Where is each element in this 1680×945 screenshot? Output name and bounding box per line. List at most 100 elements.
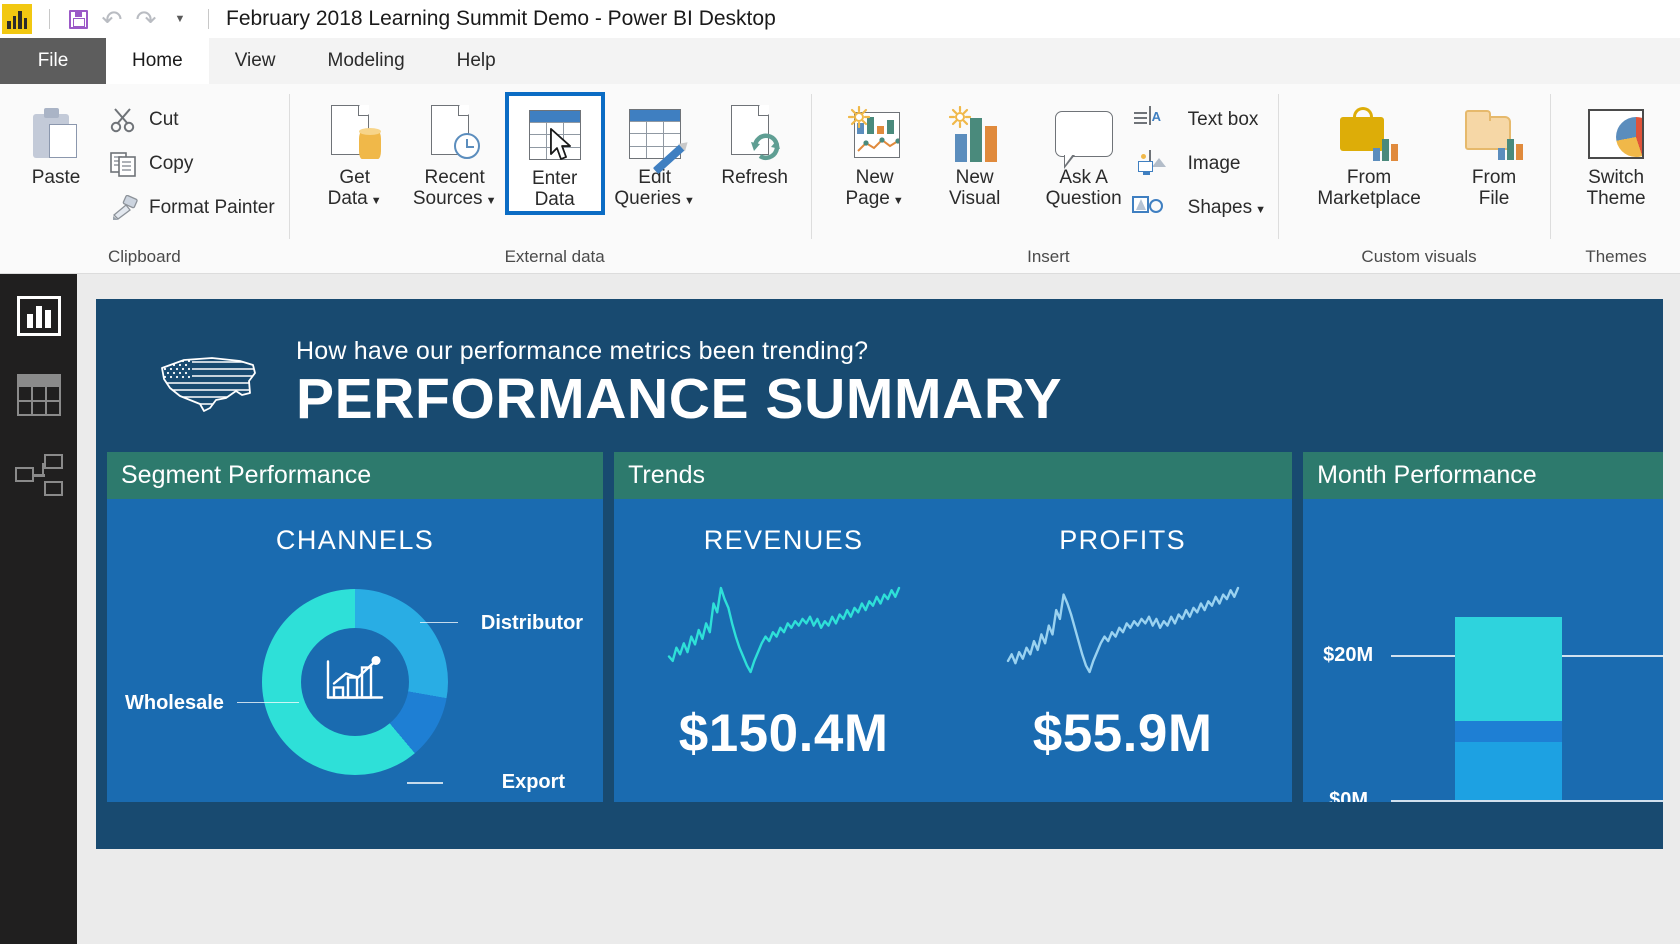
cut-label: Cut [149,109,179,130]
customize-quick-access-icon[interactable]: ▼ [163,4,197,34]
save-icon[interactable] [61,4,95,34]
new-page-label-2: Page [845,188,890,210]
copy-button[interactable]: Copy [104,142,281,186]
channels-donut-chart[interactable]: Distributor Wholesale Export [107,562,603,802]
from-marketplace-icon [1340,101,1399,167]
image-button[interactable]: Image [1137,142,1272,186]
relationships-icon [14,454,63,496]
paste-button[interactable]: Paste [8,92,104,191]
enter-data-icon [528,102,581,168]
revenues-sparkline [665,584,903,681]
view-switcher-sidebar [0,274,77,944]
enter-data-button[interactable]: Enter Data [504,92,605,215]
edit-queries-button[interactable]: Edit Queries ▼ [605,92,705,213]
sidebar-item-report-view[interactable] [16,296,61,336]
card-segment-performance[interactable]: Segment Performance CHANNELS Distributor… [107,451,604,802]
group-label-custom-visuals: Custom visuals [1361,247,1477,266]
new-visual-label-1: New [955,167,994,188]
tab-modeling[interactable]: Modeling [302,38,431,84]
recent-sources-button[interactable]: Recent Sources ▼ [405,92,505,213]
image-icon [1137,150,1179,177]
card-body-month: $20M $0M [1303,499,1663,802]
get-data-label-1: Get [339,167,370,188]
donut-label-distributor: Distributor [480,611,584,634]
new-page-icon [847,101,902,167]
us-map-flag-icon [154,348,266,420]
text-box-label: Text box [1187,109,1259,130]
sidebar-item-model-view[interactable] [14,454,63,496]
redo-icon[interactable]: ↷ [129,4,163,34]
refresh-icon [729,101,781,167]
bar-chart-icon [16,296,61,336]
donut-label-export: Export [501,770,566,793]
format-painter-button[interactable]: Format Painter [104,186,281,230]
get-data-button[interactable]: Get Data ▼ [305,92,405,213]
cut-button[interactable]: Cut [104,98,281,142]
new-visual-button[interactable]: New Visual [925,92,1025,213]
text-box-icon [1133,106,1179,133]
title-bar: ↶ ↷ ▼ February 2018 Learning Summit Demo… [0,0,1680,38]
table-grid-icon [16,374,61,416]
from-marketplace-button[interactable]: From Marketplace [1294,92,1444,213]
profits-value: $55.9M [1032,703,1213,763]
recent-sources-label-2: Sources [412,188,483,210]
switch-theme-label-1: Switch [1588,167,1645,188]
axis-label-0m: $0M [1329,788,1369,802]
card-body-segment: CHANNELS Distributor Wholesale Export [107,499,603,802]
undo-icon[interactable]: ↶ [95,4,129,34]
text-box-button[interactable]: Text box [1133,98,1272,142]
get-data-icon [329,101,381,167]
card-title-trends: Trends [628,460,705,489]
from-file-icon [1465,101,1524,167]
profits-title: PROFITS [1059,524,1187,555]
tab-help[interactable]: Help [431,38,522,84]
stacked-bar[interactable] [1455,616,1563,800]
ask-a-question-button[interactable]: Ask A Question [1025,92,1143,213]
format-painter-icon [110,194,140,221]
group-label-insert: Insert [1027,247,1070,266]
group-label-themes: Themes [1585,247,1647,266]
leader-line-export [407,782,444,784]
image-label: Image [1187,153,1241,174]
card-body-trends: REVENUES $150.4M PROFITS $55.9M [614,499,1292,802]
month-performance-chart[interactable]: $20M $0M [1303,499,1663,802]
card-header-segment: Segment Performance [107,451,604,499]
ribbon-group-custom-visuals: From Marketplace From File Custom visual… [1278,84,1550,273]
ask-a-question-label-1: Ask A [1059,167,1108,188]
refresh-label: Refresh [721,167,788,188]
switch-theme-button[interactable]: Switch Theme [1566,92,1666,213]
get-data-label-2: Data [327,188,368,210]
card-trends[interactable]: Trends REVENUES $150.4M PROFITS $55.9M [614,451,1293,802]
scissors-icon [110,107,140,133]
ribbon: Paste Cut Copy Format Painter Clipboard … [0,84,1680,274]
revenues-value: $150.4M [678,703,889,763]
channels-chart-title: CHANNELS [275,524,435,555]
refresh-button[interactable]: Refresh [705,92,805,191]
donut-label-wholesale: Wholesale [125,691,224,714]
tab-home[interactable]: Home [106,38,209,84]
shapes-icon [1131,195,1179,221]
ribbon-tabstrip: File Home View Modeling Help [0,38,1680,84]
powerbi-logo-icon [2,4,32,34]
trend-profits[interactable]: PROFITS $55.9M [953,499,1292,802]
bar-segment-bottom [1455,741,1563,800]
from-marketplace-label-2: Marketplace [1317,188,1421,210]
from-marketplace-label-1: From [1346,167,1392,188]
sidebar-item-data-view[interactable] [16,374,61,416]
group-label-clipboard: Clipboard [107,247,181,266]
tab-view[interactable]: View [209,38,302,84]
report-canvas[interactable]: How have our performance metrics been tr… [77,274,1680,944]
copy-label: Copy [149,153,194,174]
trend-revenues[interactable]: REVENUES $150.4M [614,499,953,802]
card-header-month: Month Performance [1303,451,1663,499]
from-file-button[interactable]: From File [1444,92,1544,213]
enter-data-label-2: Data [534,189,575,211]
tab-file[interactable]: File [0,38,106,84]
clipboard-icon [33,101,79,167]
card-month-performance[interactable]: Month Performance $20M $0M [1303,451,1663,802]
new-page-button[interactable]: New Page ▼ [825,92,925,213]
shapes-button[interactable]: Shapes ▼ [1131,186,1272,230]
ribbon-group-external-data: Get Data ▼ Recent Sources ▼ Enter Data E… [288,84,811,273]
card-title-segment: Segment Performance [121,460,372,489]
growth-bar-chart-icon [324,653,386,710]
